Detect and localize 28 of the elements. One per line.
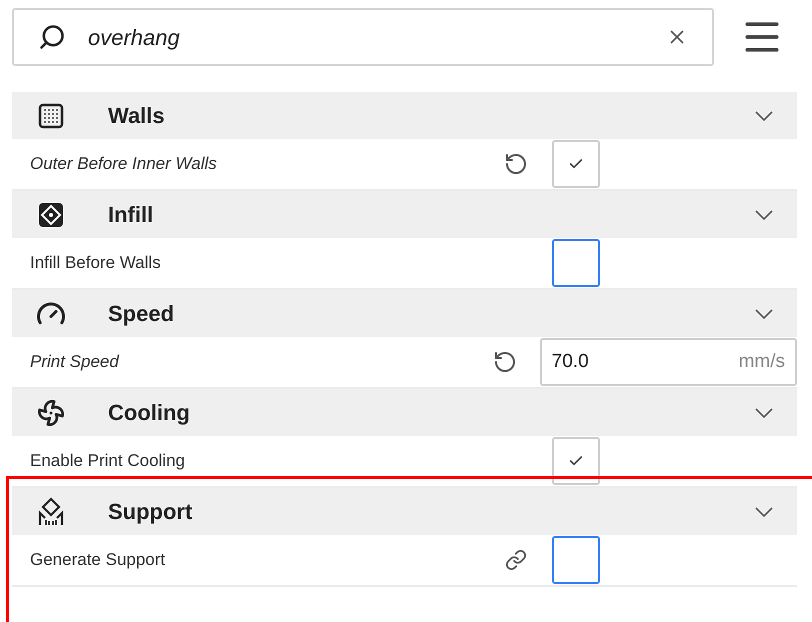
chevron-down-icon <box>755 308 773 318</box>
setting-label: Print Speed <box>30 351 120 374</box>
search-field[interactable]: overhang <box>12 8 714 66</box>
category-header[interactable]: Cooling <box>12 389 797 436</box>
number-field[interactable]: 70.0 mm/s <box>540 338 797 386</box>
category-header[interactable]: Speed <box>12 290 797 337</box>
checkbox[interactable] <box>552 239 600 287</box>
category-header[interactable]: Infill <box>12 191 797 238</box>
support-structure-icon <box>37 496 65 526</box>
grid-square-icon <box>38 202 64 228</box>
category-header[interactable]: Walls <box>12 92 797 139</box>
chevron-down-icon <box>755 110 773 120</box>
reset-icon[interactable] <box>492 350 516 374</box>
setting-label: Infill Before Walls <box>30 252 162 274</box>
checkbox[interactable] <box>552 437 600 485</box>
category-header[interactable]: Support <box>12 488 797 535</box>
checkbox[interactable] <box>552 140 600 188</box>
checkbox[interactable] <box>552 536 600 584</box>
search-icon <box>38 23 66 51</box>
setting-label: Outer Before Inner Walls <box>30 153 218 176</box>
chevron-down-icon <box>755 408 773 418</box>
chevron-down-icon <box>755 506 773 516</box>
setting-label: Generate Support <box>30 549 166 572</box>
fan-icon <box>37 398 65 426</box>
dotted-square-icon <box>38 102 64 128</box>
setting-label: Enable Print Cooling <box>30 450 186 472</box>
chevron-down-icon <box>755 210 773 220</box>
reset-icon[interactable] <box>504 152 528 176</box>
